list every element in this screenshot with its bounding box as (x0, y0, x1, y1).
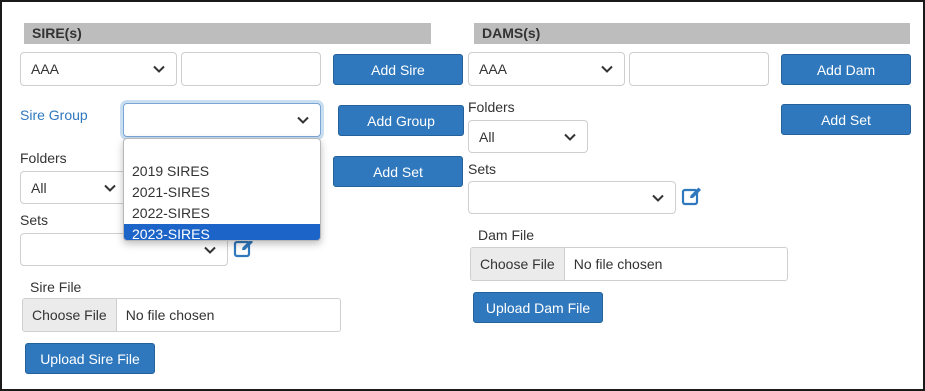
add-group-button[interactable]: Add Group (338, 105, 464, 136)
sire-file-label: Sire File (30, 279, 82, 295)
dams-sets-select[interactable] (468, 181, 676, 214)
sire-group-label: Sire Group (20, 107, 88, 123)
dams-folders-select[interactable]: All (468, 120, 588, 153)
dams-section-header: DAMS(s) (474, 23, 910, 44)
sires-section-header: SIRE(s) (24, 23, 431, 44)
chevron-down-icon (600, 62, 614, 76)
dams-add-set-button[interactable]: Add Set (781, 104, 911, 135)
sire-select-value: AAA (31, 61, 60, 77)
add-sire-button[interactable]: Add Sire (333, 54, 463, 85)
sire-file-input[interactable]: Choose File No file chosen (22, 298, 341, 332)
sire-text-input[interactable] (181, 52, 321, 86)
sire-select[interactable]: AAA (20, 52, 177, 86)
sire-choose-file-label: Choose File (32, 307, 107, 323)
dam-choose-file-label: Choose File (480, 256, 555, 272)
dam-choose-file-button[interactable]: Choose File (471, 248, 565, 280)
sire-group-select[interactable] (123, 103, 321, 137)
edit-icon[interactable] (680, 184, 704, 208)
dropdown-option-2023-sires[interactable]: 2023-SIRES (124, 224, 320, 240)
sire-choose-file-button[interactable]: Choose File (23, 299, 117, 331)
chevron-down-icon (203, 243, 217, 257)
add-dam-label: Add Dam (816, 61, 876, 78)
sires-folders-value: All (31, 179, 47, 196)
sire-group-dropdown: 2019 SIRES 2021-SIRES 2022-SIRES 2023-SI… (123, 138, 321, 241)
chevron-down-icon (103, 181, 117, 195)
dam-text-input[interactable] (629, 52, 769, 86)
sires-folders-select[interactable]: All (20, 171, 128, 204)
app-frame: SIRE(s) AAA Add Sire Sire Group Add Grou… (0, 0, 925, 391)
dam-select[interactable]: AAA (468, 52, 625, 86)
dams-folders-label: Folders (468, 99, 515, 115)
chevron-down-icon (563, 130, 577, 144)
dam-select-value: AAA (479, 61, 508, 77)
dam-file-input[interactable]: Choose File No file chosen (470, 247, 788, 281)
sires-add-set-button[interactable]: Add Set (333, 156, 463, 187)
sire-file-status: No file chosen (125, 307, 215, 323)
dropdown-option-2022-sires[interactable]: 2022-SIRES (124, 203, 320, 224)
sires-add-set-label: Add Set (373, 163, 423, 180)
dams-sets-label: Sets (468, 161, 497, 177)
add-sire-label: Add Sire (371, 61, 425, 78)
sires-header-text: SIRE(s) (32, 25, 82, 41)
upload-sire-file-label: Upload Sire File (40, 350, 140, 367)
add-dam-button[interactable]: Add Dam (781, 54, 911, 85)
dropdown-option-2019-sires[interactable]: 2019 SIRES (124, 161, 320, 182)
chevron-down-icon (152, 62, 166, 76)
upload-dam-file-button[interactable]: Upload Dam File (473, 292, 603, 323)
sires-sets-label: Sets (20, 212, 49, 228)
dam-file-label: Dam File (478, 227, 535, 243)
add-group-label: Add Group (367, 112, 435, 129)
dam-file-status: No file chosen (573, 256, 663, 272)
dropdown-option-2021-sires[interactable]: 2021-SIRES (124, 182, 320, 203)
dams-header-text: DAMS(s) (482, 25, 541, 41)
chevron-down-icon (651, 191, 665, 205)
chevron-down-icon (296, 113, 310, 127)
dams-folders-value: All (479, 128, 495, 145)
sires-folders-label: Folders (20, 150, 67, 166)
upload-sire-file-button[interactable]: Upload Sire File (25, 343, 155, 374)
dams-add-set-label: Add Set (821, 111, 871, 128)
upload-dam-file-label: Upload Dam File (485, 299, 591, 316)
